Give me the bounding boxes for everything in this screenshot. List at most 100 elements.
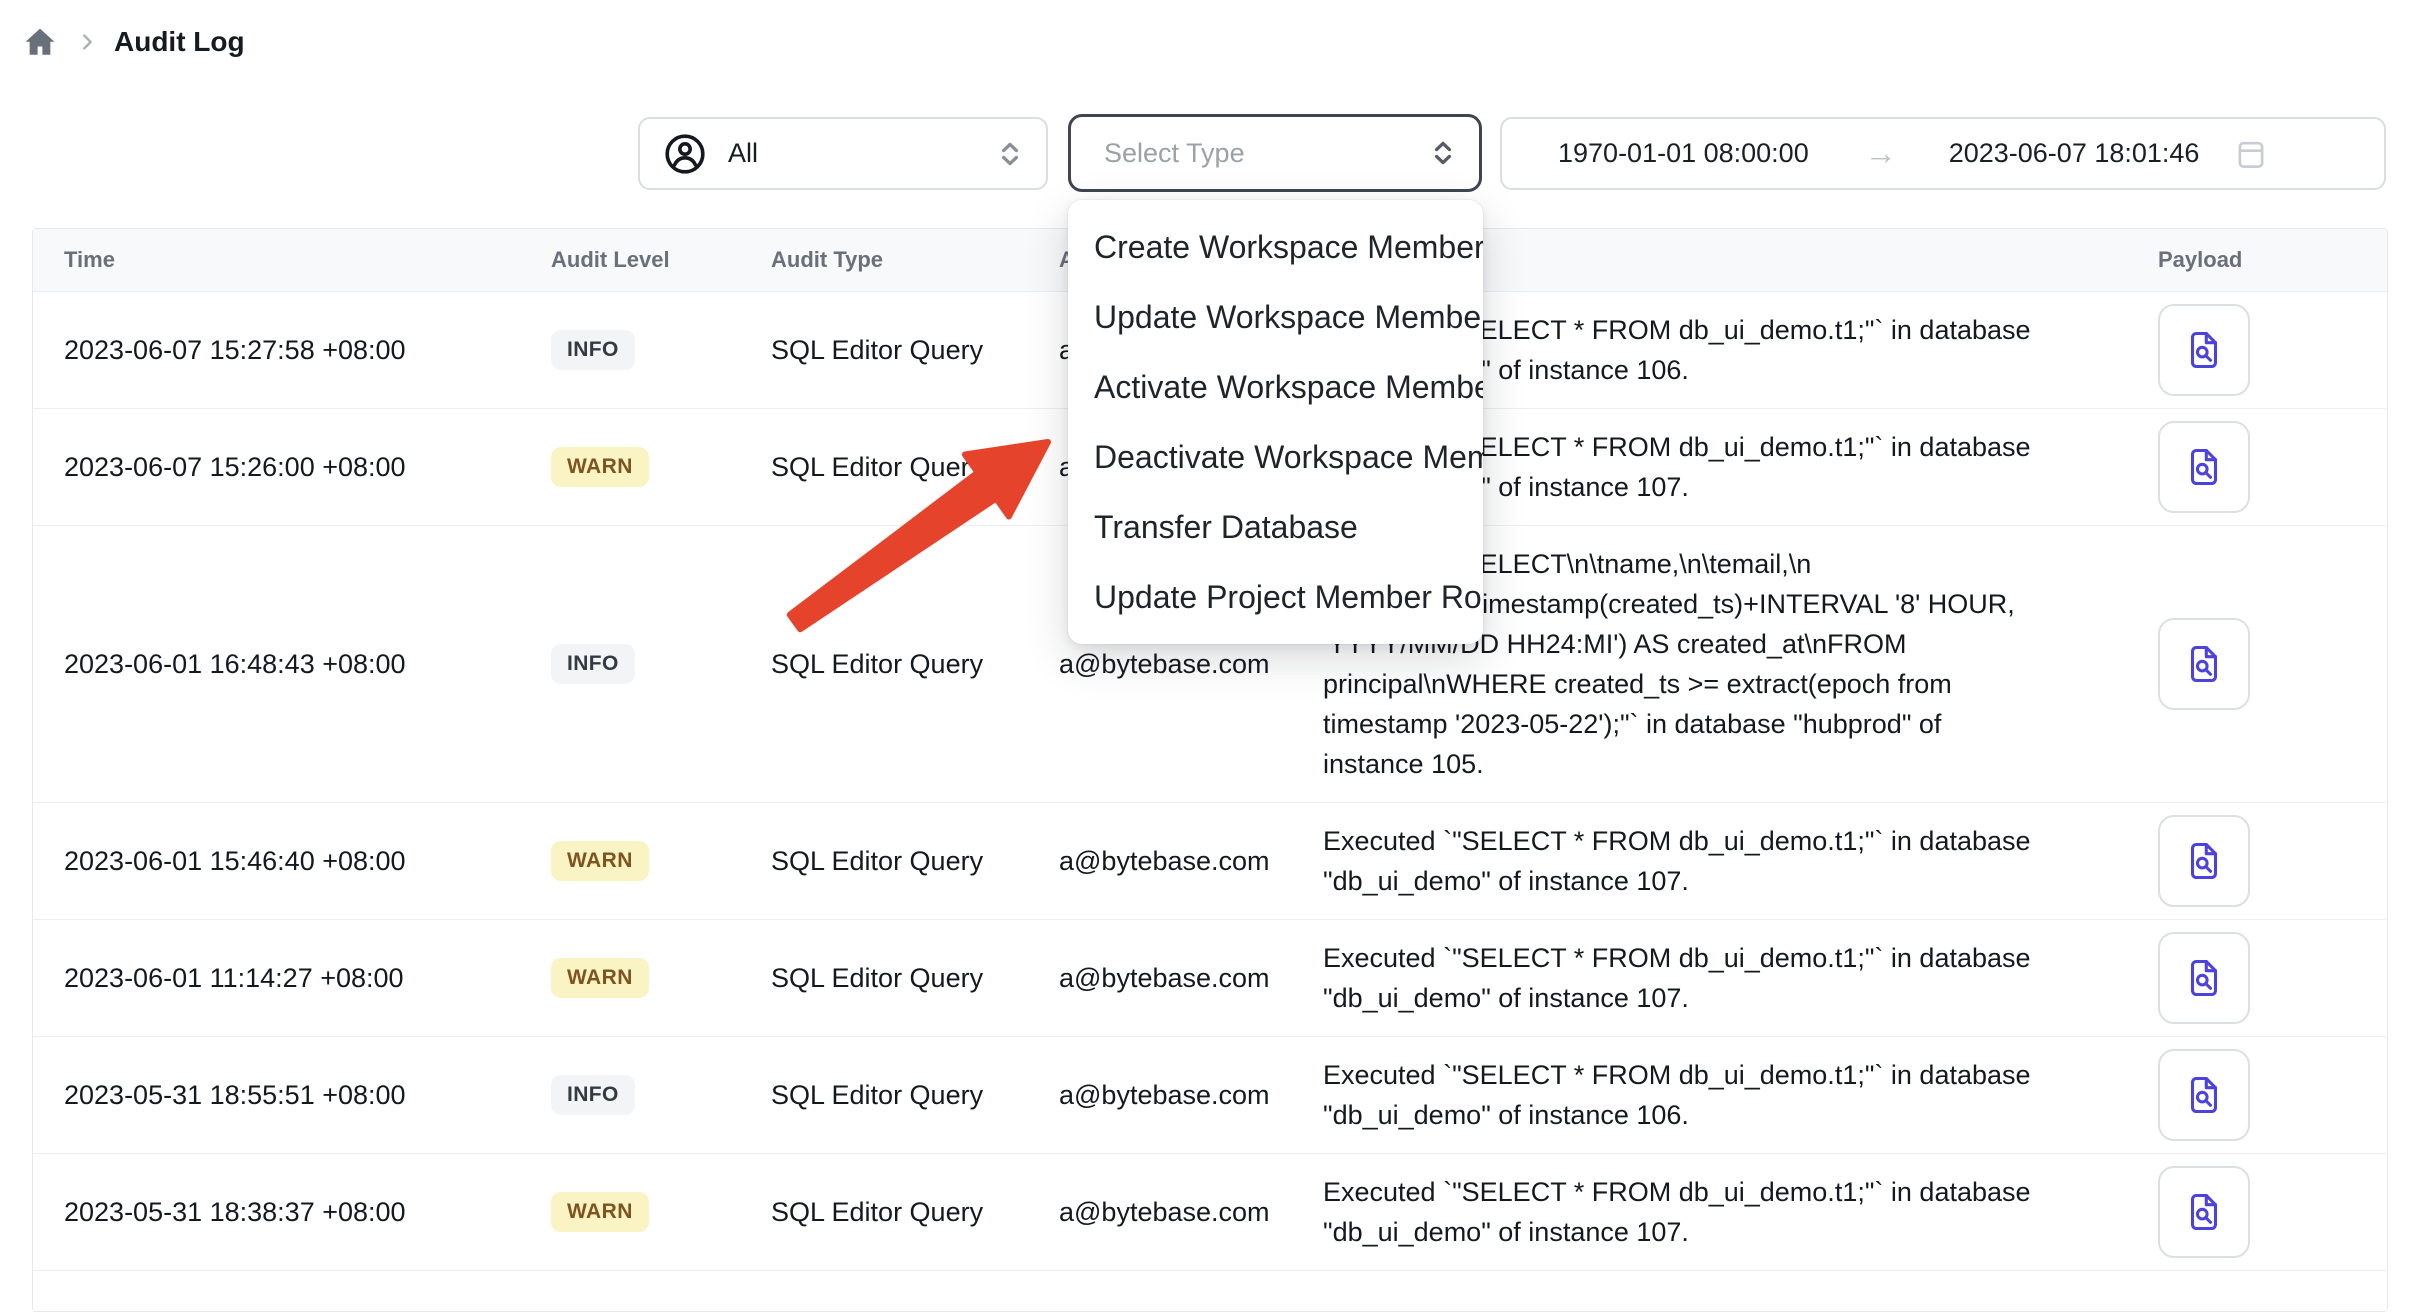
table-row: 2023-06-01 11:14:27 +08:00 WARN SQL Edit…	[33, 919, 2387, 1036]
payload-cell	[2113, 421, 2387, 513]
audit-level-cell: INFO	[551, 644, 771, 684]
audit-level-cell: WARN	[551, 841, 771, 881]
actor-cell: a@bytebase.com	[1059, 1080, 1323, 1111]
audit-level-cell: WARN	[551, 447, 771, 487]
audit-type-cell: SQL Editor Query	[771, 846, 1059, 877]
time-cell: 2023-06-07 15:26:00 +08:00	[33, 452, 551, 483]
audit-level-cell: WARN	[551, 1192, 771, 1232]
comment-line: principal\nWHERE created_ts >= extract(e…	[1323, 664, 2113, 704]
date-range-end: 2023-06-07 18:01:46	[1949, 138, 2200, 169]
comment-line: "db_ui_demo" of instance 107.	[1323, 861, 2113, 901]
actor-cell: a@bytebase.com	[1059, 649, 1323, 680]
audit-level-cell: WARN	[551, 958, 771, 998]
payload-view-button[interactable]	[2158, 618, 2250, 710]
audit-level-badge: WARN	[551, 841, 649, 881]
payload-view-button[interactable]	[2158, 1166, 2250, 1258]
table-row: 2023-05-31 18:55:51 +08:00 INFO SQL Edit…	[33, 1036, 2387, 1153]
calendar-icon	[2233, 136, 2269, 172]
comment-line: instance 105.	[1323, 744, 2113, 784]
payload-view-button[interactable]	[2158, 1049, 2250, 1141]
chevron-updown-icon	[994, 138, 1026, 170]
time-cell: 2023-06-01 16:48:43 +08:00	[33, 649, 551, 680]
audit-level-cell: INFO	[551, 330, 771, 370]
payload-cell	[2113, 815, 2387, 907]
audit-level-badge: INFO	[551, 644, 635, 684]
type-menu-item[interactable]: Transfer Database	[1068, 492, 1483, 562]
type-menu-item[interactable]: Deactivate Workspace Member	[1068, 422, 1483, 492]
chevron-updown-icon	[1427, 137, 1459, 169]
time-cell: 2023-05-31 18:38:37 +08:00	[33, 1197, 551, 1228]
comment-line: "db_ui_demo" of instance 107.	[1323, 1212, 2113, 1252]
audit-type-cell: SQL Editor Query	[771, 963, 1059, 994]
header-payload: Payload	[2113, 247, 2387, 273]
table-row: 2023-05-31 18:38:37 +08:00 WARN SQL Edit…	[33, 1153, 2387, 1270]
home-icon[interactable]	[22, 24, 58, 60]
table-row-partial	[33, 1270, 2387, 1311]
actor-filter-select[interactable]: All	[638, 117, 1048, 190]
payload-cell	[2113, 932, 2387, 1024]
user-circle-icon	[662, 131, 708, 177]
comment-line: Executed `"SELECT * FROM db_ui_demo.t1;"…	[1323, 938, 2113, 978]
time-cell: 2023-06-07 15:27:58 +08:00	[33, 335, 551, 366]
actor-cell: a@bytebase.com	[1059, 1197, 1323, 1228]
payload-cell	[2113, 304, 2387, 396]
comment-line: "db_ui_demo" of instance 106.	[1323, 1095, 2113, 1135]
comment-line: Executed `"SELECT * FROM db_ui_demo.t1;"…	[1323, 1055, 2113, 1095]
audit-type-cell: SQL Editor Query	[771, 1197, 1059, 1228]
comment-cell: Executed `"SELECT * FROM db_ui_demo.t1;"…	[1323, 1037, 2113, 1153]
actor-cell: a@bytebase.com	[1059, 846, 1323, 877]
comment-cell: Executed `"SELECT * FROM db_ui_demo.t1;"…	[1323, 1154, 2113, 1270]
payload-cell	[2113, 618, 2387, 710]
payload-view-button[interactable]	[2158, 932, 2250, 1024]
type-filter-select[interactable]: Select Type	[1068, 114, 1482, 192]
audit-level-badge: WARN	[551, 447, 649, 487]
audit-type-cell: SQL Editor Query	[771, 335, 1059, 366]
file-search-icon	[2181, 955, 2227, 1001]
type-menu-item[interactable]: Update Project Member Role	[1068, 562, 1483, 632]
file-search-icon	[2181, 838, 2227, 884]
breadcrumb: Audit Log	[22, 24, 245, 60]
audit-type-cell: SQL Editor Query	[771, 649, 1059, 680]
comment-cell: Executed `"SELECT * FROM db_ui_demo.t1;"…	[1323, 803, 2113, 919]
actor-cell: a@bytebase.com	[1059, 963, 1323, 994]
type-menu-item[interactable]: Activate Workspace Member	[1068, 352, 1483, 422]
header-audit-level: Audit Level	[551, 247, 771, 273]
payload-view-button[interactable]	[2158, 421, 2250, 513]
audit-level-cell: INFO	[551, 1075, 771, 1115]
payload-cell	[2113, 1049, 2387, 1141]
file-search-icon	[2181, 1189, 2227, 1235]
file-search-icon	[2181, 327, 2227, 373]
comment-line: Executed `"SELECT * FROM db_ui_demo.t1;"…	[1323, 821, 2113, 861]
audit-level-badge: WARN	[551, 958, 649, 998]
chevron-right-icon	[76, 31, 98, 53]
page-title: Audit Log	[114, 26, 245, 58]
payload-view-button[interactable]	[2158, 815, 2250, 907]
comment-line: timestamp '2023-05-22');"` in database "…	[1323, 704, 2113, 744]
comment-line: "db_ui_demo" of instance 107.	[1323, 978, 2113, 1018]
payload-view-button[interactable]	[2158, 304, 2250, 396]
file-search-icon	[2181, 1072, 2227, 1118]
audit-level-badge: INFO	[551, 1075, 635, 1115]
header-audit-type: Audit Type	[771, 247, 1059, 273]
comment-cell: Executed `"SELECT * FROM db_ui_demo.t1;"…	[1323, 920, 2113, 1036]
file-search-icon	[2181, 444, 2227, 490]
time-cell: 2023-06-01 15:46:40 +08:00	[33, 846, 551, 877]
payload-cell	[2113, 1166, 2387, 1258]
type-menu-item[interactable]: Update Workspace Member	[1068, 282, 1483, 352]
type-menu-item[interactable]: Create Workspace Member	[1068, 212, 1483, 282]
time-cell: 2023-05-31 18:55:51 +08:00	[33, 1080, 551, 1111]
date-range-picker[interactable]: 1970-01-01 08:00:00 → 2023-06-07 18:01:4…	[1500, 117, 2386, 190]
type-select-menu: Create Workspace MemberUpdate Workspace …	[1068, 200, 1483, 644]
table-row: 2023-06-01 15:46:40 +08:00 WARN SQL Edit…	[33, 802, 2387, 919]
file-search-icon	[2181, 641, 2227, 687]
audit-type-cell: SQL Editor Query	[771, 1080, 1059, 1111]
comment-line: Executed `"SELECT * FROM db_ui_demo.t1;"…	[1323, 1172, 2113, 1212]
type-filter-placeholder: Select Type	[1104, 138, 1245, 169]
audit-level-badge: WARN	[551, 1192, 649, 1232]
date-range-start: 1970-01-01 08:00:00	[1558, 138, 1809, 169]
audit-type-cell: SQL Editor Query	[771, 452, 1059, 483]
arrow-right-icon: →	[1865, 135, 1897, 172]
audit-level-badge: INFO	[551, 330, 635, 370]
actor-filter-value: All	[728, 138, 758, 169]
time-cell: 2023-06-01 11:14:27 +08:00	[33, 963, 551, 994]
